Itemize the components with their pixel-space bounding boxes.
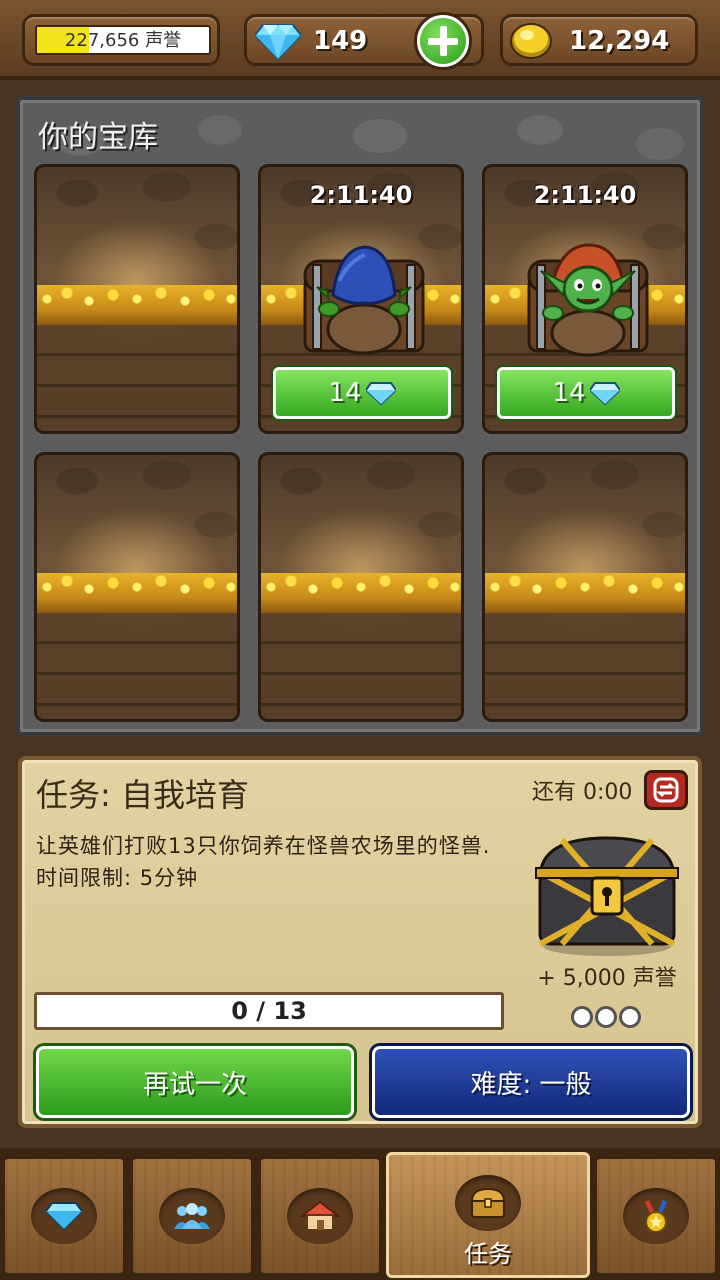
gold-counter[interactable]: 12,294 xyxy=(500,14,698,66)
tab-icon-socket xyxy=(287,1188,353,1244)
quest-progress-text: 0 / 13 xyxy=(231,997,307,1025)
vault-slot-empty[interactable] xyxy=(34,452,240,722)
heroes-icon xyxy=(174,1203,210,1229)
vault-title: 你的宝库 xyxy=(38,120,158,155)
tab-heroes[interactable] xyxy=(130,1156,254,1276)
stone-wall xyxy=(37,167,237,277)
vault-slot-empty[interactable] xyxy=(34,164,240,434)
retry-button[interactable]: 再试一次 xyxy=(36,1046,354,1118)
quest-progress-bar: 0 / 13 xyxy=(34,992,504,1030)
gem-icon xyxy=(589,382,620,405)
ring-icon xyxy=(571,1006,593,1028)
vault-panel: 你的宝库 2:11:40 14 2:11:40 14 xyxy=(16,96,704,736)
tab-icon-socket xyxy=(159,1188,225,1244)
quest-time-remaining: 还有 0:00 xyxy=(532,780,633,805)
instant-open-button[interactable]: 14 xyxy=(497,367,675,419)
ring-icon xyxy=(595,1006,617,1028)
difficulty-button[interactable]: 难度: 一般 xyxy=(372,1046,690,1118)
tab-icon-socket xyxy=(623,1188,689,1244)
instant-open-button[interactable]: 14 xyxy=(273,367,451,419)
vault-slot-occupied[interactable]: 2:11:40 14 xyxy=(258,164,464,434)
blue-goblin-chest-icon xyxy=(303,245,425,355)
gem-icon xyxy=(255,24,301,61)
difficulty-rings xyxy=(566,1006,646,1032)
buy-gems-button[interactable] xyxy=(414,12,472,70)
wood-floor xyxy=(485,613,685,719)
top-bar: 227,656 声誉 149 12,294 xyxy=(0,0,720,80)
instant-open-cost: 14 xyxy=(552,378,586,408)
wood-floor xyxy=(37,613,237,719)
slot-timer: 2:11:40 xyxy=(309,181,413,209)
house-icon xyxy=(300,1200,340,1231)
coin-icon xyxy=(510,23,552,59)
wood-floor xyxy=(261,613,461,719)
gold-count: 12,294 xyxy=(569,26,670,56)
plus-icon xyxy=(420,18,466,64)
medal-icon xyxy=(645,1200,667,1233)
tab-achievements[interactable] xyxy=(594,1156,718,1276)
quest-panel: 任务: 自我培育 还有 0:00 让英雄们打败13只你饲养在怪兽农场里的怪兽. … xyxy=(18,756,702,1128)
swap-icon xyxy=(653,777,679,803)
gem-icon xyxy=(365,382,396,405)
vault-slot-occupied[interactable]: 2:11:40 14 xyxy=(482,164,688,434)
tab-quests[interactable]: 任务 xyxy=(386,1152,590,1278)
gold-pile xyxy=(37,285,237,325)
ring-icon xyxy=(619,1006,641,1028)
tab-base[interactable] xyxy=(258,1156,382,1276)
quest-swap-button[interactable] xyxy=(644,770,688,810)
tab-quests-label: 任务 xyxy=(464,1240,512,1268)
bottom-nav: 任务 xyxy=(0,1148,720,1280)
quest-title: 任务: 自我培育 xyxy=(36,776,249,814)
red-goblin-chest-icon xyxy=(527,243,649,357)
vault-slot-empty[interactable] xyxy=(258,452,464,722)
quest-reward: + 5,000 声誉 xyxy=(537,966,677,991)
gem-count: 149 xyxy=(313,26,368,56)
reward-chest-icon xyxy=(535,836,679,956)
gold-pile xyxy=(485,573,685,613)
quest-description: 让英雄们打败13只你饲养在怪兽农场里的怪兽. 时间限制: 5分钟 xyxy=(36,834,491,890)
tab-icon-socket xyxy=(455,1175,521,1231)
reputation-value: 227,656 声誉 xyxy=(64,30,182,51)
reputation-bar: 227,656 声誉 xyxy=(35,25,211,55)
vault-slot-empty[interactable] xyxy=(482,452,688,722)
stone-wall xyxy=(485,455,685,565)
gold-pile xyxy=(261,573,461,613)
reputation-meter[interactable]: 227,656 声誉 xyxy=(22,14,220,66)
tab-icon-socket xyxy=(31,1188,97,1244)
tab-shop[interactable] xyxy=(2,1156,126,1276)
wood-floor xyxy=(37,325,237,431)
stone-wall xyxy=(37,455,237,565)
chest-icon xyxy=(470,1187,506,1218)
stone-wall xyxy=(261,455,461,565)
slot-timer: 2:11:40 xyxy=(533,181,637,209)
instant-open-cost: 14 xyxy=(328,378,362,408)
gold-pile xyxy=(37,573,237,613)
gem-icon xyxy=(46,1202,82,1231)
